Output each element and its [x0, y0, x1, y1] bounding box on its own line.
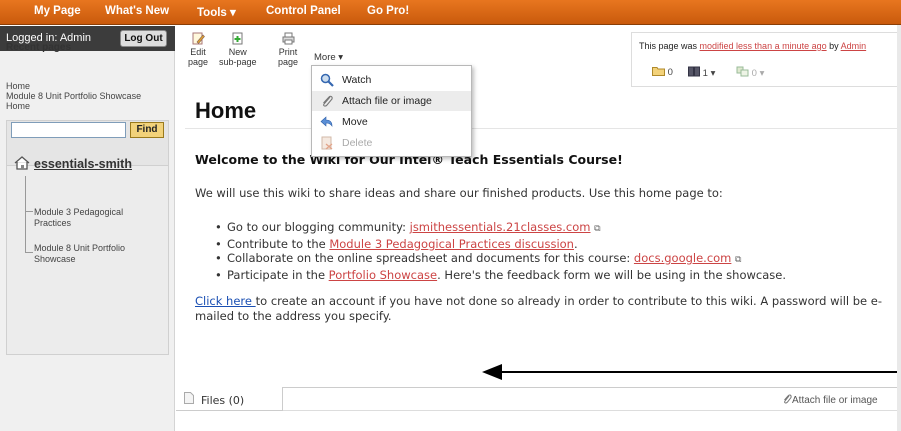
find-button[interactable]: Find [130, 122, 164, 138]
account-text: to create an account if you have not don… [195, 294, 882, 323]
recent-page-link[interactable]: Home [6, 101, 30, 111]
title-divider [185, 128, 901, 129]
author-link[interactable]: Admin [841, 41, 867, 51]
new-subpage-button[interactable]: New sub-page [219, 32, 257, 67]
blog-community-link[interactable]: jsmithessentials.21classes.com [410, 220, 591, 234]
nav-my-page[interactable]: My Page [34, 5, 81, 17]
menu-item-delete: Delete [312, 133, 471, 153]
edit-page-button[interactable]: Edit page [188, 32, 208, 67]
external-link-icon: ⧉ [594, 224, 601, 234]
wiki-home-link[interactable]: essentials-smith [34, 157, 132, 171]
folders-counter[interactable]: 0 [652, 66, 673, 78]
menu-label: Watch [342, 74, 372, 86]
bullet-text: Contribute to the [227, 236, 330, 251]
edit-label-2: page [188, 57, 209, 67]
file-icon [184, 392, 194, 404]
recent-page-link[interactable]: Module 8 Unit Portfolio Showcase [6, 91, 141, 101]
new-label-1: New [228, 47, 247, 57]
delete-page-icon [321, 136, 333, 150]
google-docs-link[interactable]: docs.google.com [634, 251, 731, 265]
annotation-arrow [482, 364, 901, 380]
attach-file-link[interactable]: Attach file or image [782, 394, 878, 406]
menu-item-move[interactable]: Move [312, 112, 471, 132]
tree-item-module-8[interactable]: Module 8 Unit Portfolio Showcase [34, 243, 154, 265]
menu-label: Attach file or image [342, 95, 432, 107]
bullet-text-end: . Here's the feedback form we will be us… [437, 267, 786, 282]
menu-label: Delete [342, 137, 373, 149]
paperclip-icon [323, 95, 333, 107]
edit-label-1: Edit [190, 47, 206, 57]
attach-file-label: Attach file or image [792, 395, 878, 406]
files-tab-label: Files (0) [201, 394, 245, 407]
book-icon [688, 66, 700, 77]
print-label-1: Print [278, 47, 298, 57]
magnifier-icon [320, 73, 334, 87]
more-menu-button[interactable]: More ▾ [314, 52, 343, 63]
search-input[interactable] [11, 122, 126, 138]
bullet-text: Participate in the [227, 267, 329, 282]
link-pages-icon [736, 66, 749, 77]
recent-pages-heading: Recent pages [6, 42, 72, 53]
links-count: 0 ▾ [751, 68, 765, 79]
printer-icon [282, 32, 295, 45]
nav-control-panel[interactable]: Control Panel [266, 5, 341, 17]
folders-count: 0 [667, 67, 673, 78]
module-3-discussion-link[interactable]: Module 3 Pedagogical Practices discussio… [329, 237, 574, 251]
modified-prefix: This page was [639, 41, 700, 51]
more-dropdown-menu: Watch Attach file or image Move Delete [311, 65, 472, 157]
bullet-text: Collaborate on the online spreadsheet an… [227, 251, 634, 265]
print-label-2: page [278, 57, 299, 67]
new-page-icon [232, 32, 243, 45]
right-scroll-edge [897, 25, 901, 431]
bullet-text: Go to our blogging community: [227, 220, 410, 234]
home-icon [14, 156, 30, 170]
list-item: Contribute to the Module 3 Pedagogical P… [215, 237, 786, 252]
intro-text: We will use this wiki to share ideas and… [195, 186, 723, 200]
instructions-list: Go to our blogging community: jsmithesse… [215, 220, 786, 282]
modified-by: by [826, 41, 841, 51]
list-item: Go to our blogging community: jsmithesse… [215, 220, 786, 237]
nav-whats-new[interactable]: What's New [105, 5, 169, 17]
paperclip-icon [784, 394, 792, 404]
tree-connector [25, 211, 33, 212]
external-link-icon: ⧉ [735, 255, 742, 265]
tree-connector [25, 252, 33, 253]
top-nav-bar: My Page What's New Tools ▾ Control Panel… [0, 0, 901, 25]
portfolio-showcase-link[interactable]: Portfolio Showcase [329, 268, 437, 282]
new-label-2: sub-page [219, 57, 257, 67]
links-counter[interactable]: 0 ▾ [736, 66, 764, 79]
print-page-button[interactable]: Print page [278, 32, 298, 67]
bullet-text-end: . [573, 236, 578, 251]
menu-item-attach[interactable]: Attach file or image [312, 91, 471, 111]
files-divider [283, 410, 901, 411]
nav-tools-menu[interactable]: Tools ▾ [197, 5, 236, 19]
page-title: Home [195, 98, 257, 123]
menu-label: Move [342, 116, 368, 128]
list-item: Participate in the Portfolio Showcase. H… [215, 268, 786, 283]
pages-counter[interactable]: 1 ▾ [688, 66, 715, 79]
modified-info: This page was modified less than a minut… [639, 41, 866, 51]
account-paragraph: Click here to create an account if you h… [195, 294, 895, 323]
nav-go-pro[interactable]: Go Pro! [367, 5, 409, 17]
list-item: Collaborate on the online spreadsheet an… [215, 251, 786, 268]
create-account-link[interactable]: Click here [195, 294, 256, 308]
page-history-link[interactable]: modified less than a minute ago [700, 41, 827, 51]
edit-page-icon [192, 32, 205, 45]
folder-icon [652, 67, 665, 76]
recent-page-link[interactable]: Home [6, 81, 30, 91]
tree-connector [25, 176, 26, 252]
pages-count: 1 ▾ [702, 68, 716, 79]
logout-button[interactable]: Log Out [120, 30, 167, 47]
menu-item-watch[interactable]: Watch [312, 70, 471, 90]
move-arrow-icon [320, 116, 333, 127]
tree-item-module-3[interactable]: Module 3 Pedagogical Practices [34, 207, 154, 229]
